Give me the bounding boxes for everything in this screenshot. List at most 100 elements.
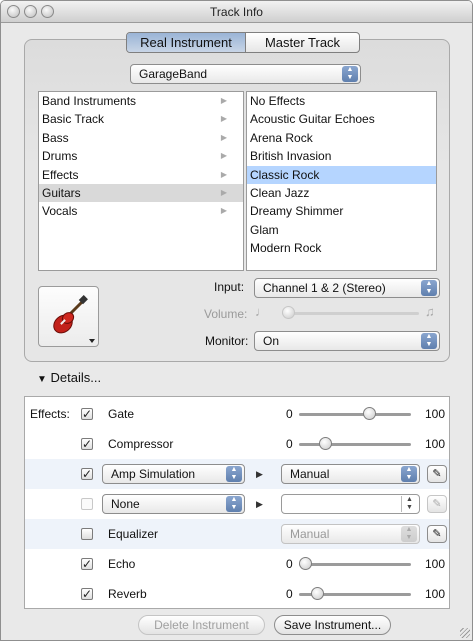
list-item[interactable]: Glam <box>247 221 436 239</box>
gate-checkbox[interactable]: ✓ <box>81 408 93 420</box>
popup-arrows-icon: ▲ ▼ <box>401 526 417 542</box>
amp-simulation-checkbox[interactable]: ✓ <box>81 468 93 480</box>
effect-slot-value: Amp Simulation <box>111 467 196 481</box>
edit-pencil-icon[interactable]: ✎ <box>427 525 447 543</box>
effect-preset-value: Manual <box>290 467 330 481</box>
track-type-segmented-control: Real Instrument Master Track <box>126 32 360 53</box>
tab-real-instrument[interactable]: Real Instrument <box>127 33 246 52</box>
reverb-max: 100 <box>425 587 446 601</box>
list-item[interactable]: British Invasion <box>247 147 436 165</box>
disclosure-arrow-icon: ▶ <box>220 132 227 142</box>
slot4-checkbox[interactable] <box>81 498 93 510</box>
category-label: Effects <box>42 167 79 182</box>
list-item[interactable]: Clean Jazz <box>247 184 436 202</box>
echo-slider[interactable] <box>299 563 411 566</box>
list-item[interactable]: Drums ▶ <box>39 147 243 165</box>
effect-preset-popup[interactable]: ▲ ▼ <box>281 494 420 514</box>
effect-row-echo: ✓ Echo 0 100 <box>25 549 449 579</box>
echo-checkbox[interactable]: ✓ <box>81 558 93 570</box>
gate-max: 100 <box>425 407 446 421</box>
edit-pencil-icon[interactable]: ✎ <box>427 465 447 483</box>
volume-high-icon: ♫ <box>425 304 435 319</box>
compressor-min: 0 <box>286 437 293 451</box>
edit-pencil-icon[interactable]: ✎ <box>427 495 447 513</box>
title-bar: Track Info <box>1 1 472 23</box>
echo-name: Echo <box>108 557 136 571</box>
delete-instrument-button[interactable]: Delete Instrument <box>138 615 265 635</box>
list-item[interactable]: Classic Rock <box>247 165 436 184</box>
resize-grip[interactable] <box>460 628 470 638</box>
gate-name: Gate <box>108 407 135 421</box>
disclosure-arrow-icon: ▶ <box>220 96 227 105</box>
gate-min: 0 <box>286 407 293 421</box>
disclosure-arrow-icon: ▶ <box>220 206 227 216</box>
popup-arrows-icon: ▲ ▼ <box>342 66 358 82</box>
list-item[interactable]: No Effects <box>247 92 436 110</box>
input-label: Input: <box>214 280 245 294</box>
list-item[interactable]: Band Instruments ▶ <box>39 92 243 110</box>
gate-slider-knob[interactable] <box>363 407 377 420</box>
echo-min: 0 <box>286 557 293 571</box>
popup-arrows-icon: ▲ ▼ <box>401 466 417 482</box>
popup-arrows-icon: ▲ ▼ <box>421 280 437 296</box>
disclosure-arrow-icon: ▶ <box>220 151 227 161</box>
track-info-window: Track Info Real Instrument Master Track … <box>0 0 473 641</box>
tab-master-track[interactable]: Master Track <box>246 33 359 52</box>
equalizer-checkbox[interactable] <box>81 528 93 540</box>
list-item[interactable]: Vocals ▶ <box>39 202 243 220</box>
monitor-popup[interactable]: On ▲ ▼ <box>254 331 440 351</box>
echo-max: 100 <box>425 557 446 571</box>
compressor-slider[interactable] <box>299 443 411 446</box>
expand-arrow-icon[interactable]: ▶ <box>256 469 263 480</box>
list-item[interactable]: Guitars ▶ <box>39 183 243 203</box>
list-item[interactable]: Bass ▶ <box>39 129 243 147</box>
library-popup[interactable]: GarageBand ▲ ▼ <box>130 64 361 84</box>
category-label: Bass <box>42 130 69 145</box>
save-instrument-button[interactable]: Save Instrument... <box>274 615 391 635</box>
reverb-checkbox[interactable]: ✓ <box>81 588 93 600</box>
effect-row-compressor: ✓ Compressor 0 100 <box>25 429 449 459</box>
category-label: Guitars <box>42 185 81 200</box>
popup-arrows-icon: ▲ ▼ <box>421 333 437 349</box>
compressor-slider-knob[interactable] <box>318 437 332 450</box>
preset-list: No Effects Acoustic Guitar Echoes Arena … <box>246 91 437 271</box>
list-item[interactable]: Arena Rock <box>247 129 436 147</box>
effect-slot-popup[interactable]: None ▲ ▼ <box>102 494 245 514</box>
gate-slider[interactable] <box>299 413 411 416</box>
list-item[interactable]: Basic Track ▶ <box>39 110 243 128</box>
category-label: Basic Track <box>42 112 105 127</box>
input-popup[interactable]: Channel 1 & 2 (Stereo) ▲ ▼ <box>254 278 440 298</box>
list-item[interactable]: Acoustic Guitar Echoes <box>247 110 436 128</box>
volume-label: Volume: <box>204 307 248 321</box>
effect-preset-popup[interactable]: Manual ▲ ▼ <box>281 464 420 484</box>
expand-arrow-icon[interactable]: ▶ <box>256 499 263 510</box>
disclosure-arrow-icon: ▶ <box>220 169 227 179</box>
list-item[interactable]: Effects ▶ <box>39 166 243 184</box>
monitor-popup-value: On <box>263 334 280 348</box>
effect-slot-popup[interactable]: Amp Simulation ▲ ▼ <box>102 464 245 484</box>
popup-arrows-icon: ▲ ▼ <box>401 496 417 512</box>
details-disclosure[interactable]: ▼ Details... <box>37 370 101 385</box>
volume-low-icon: ♩ <box>255 304 268 319</box>
monitor-label: Monitor: <box>205 334 249 348</box>
echo-slider-knob[interactable] <box>299 557 312 570</box>
instrument-icon-button[interactable] <box>38 286 99 347</box>
compressor-checkbox[interactable]: ✓ <box>81 438 93 450</box>
reverb-name: Reverb <box>108 587 147 601</box>
equalizer-preset-popup[interactable]: Manual ▲ ▼ <box>281 524 420 544</box>
effects-label: Effects: <box>30 407 70 421</box>
equalizer-name: Equalizer <box>108 527 159 541</box>
reverb-slider-knob[interactable] <box>310 587 324 600</box>
volume-slider[interactable] <box>282 312 419 315</box>
list-item[interactable]: Modern Rock <box>247 239 436 257</box>
equalizer-preset-value: Manual <box>290 527 330 541</box>
list-item[interactable]: Dreamy Shimmer <box>247 202 436 220</box>
effect-slot-value: None <box>111 497 140 511</box>
category-label: Band Instruments <box>42 94 137 108</box>
effect-row-gate: Effects: ✓ Gate 0 100 <box>25 399 449 429</box>
disclosure-down-icon: ▼ <box>37 374 47 385</box>
volume-slider-knob[interactable] <box>282 306 295 319</box>
category-list: Band Instruments ▶ Basic Track ▶ Bass ▶ Dru… <box>38 91 244 271</box>
effects-details-panel: Effects: ✓ Gate 0 100 ✓ Compressor 0 100… <box>24 396 450 609</box>
compressor-name: Compressor <box>108 437 174 451</box>
